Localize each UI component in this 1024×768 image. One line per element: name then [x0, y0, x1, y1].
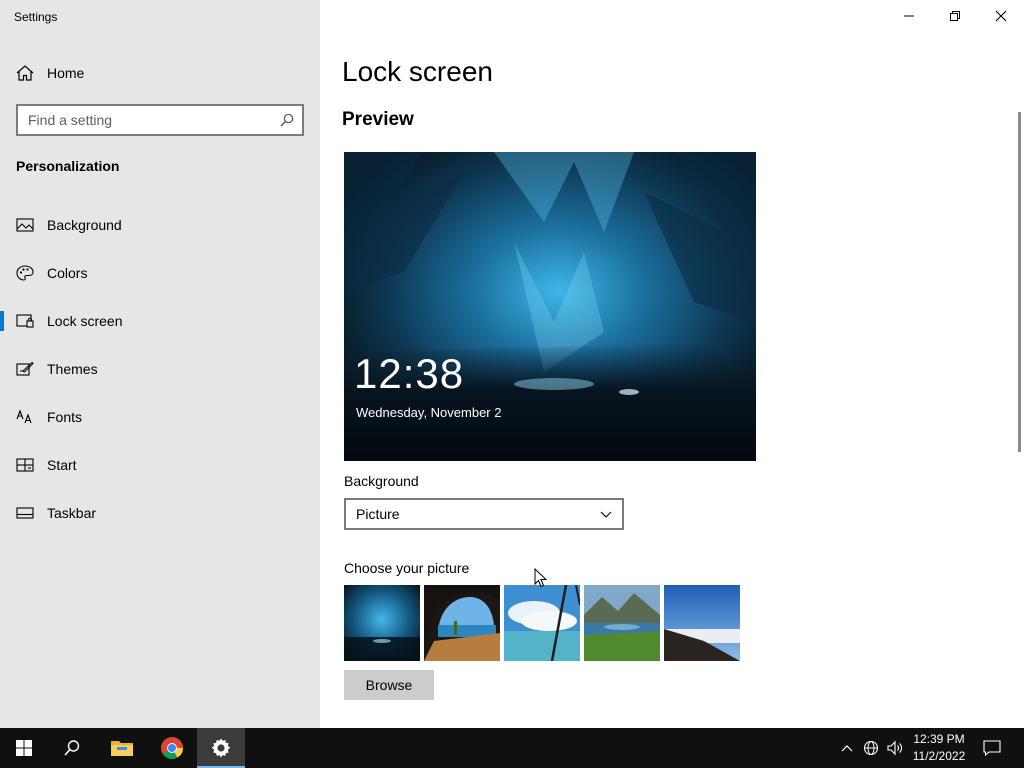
- sidebar-item-background[interactable]: Background: [0, 205, 320, 245]
- font-icon: [16, 409, 32, 424]
- preview-date: Wednesday, November 2: [356, 405, 502, 420]
- home-icon: [16, 65, 34, 81]
- lock-screen-icon: [16, 314, 34, 328]
- active-indicator: [0, 311, 4, 331]
- thumbnail-mountain-lake-image: [584, 585, 660, 661]
- chevron-down-icon: [600, 511, 612, 518]
- search-icon: [64, 740, 80, 756]
- start-icon: [16, 458, 34, 472]
- background-dropdown-value: Picture: [356, 506, 400, 522]
- sidebar-item-fonts[interactable]: Fonts: [0, 397, 320, 437]
- chrome-button[interactable]: [148, 728, 196, 768]
- network-icon: [863, 740, 879, 756]
- start-button[interactable]: [0, 728, 48, 768]
- sidebar-item-label: Colors: [47, 265, 88, 281]
- preview-time: 12:38: [354, 350, 465, 397]
- brush-icon: [16, 361, 34, 376]
- taskbar-icon: [16, 507, 34, 519]
- background-label: Background: [344, 473, 419, 489]
- picture-thumbnail-mountain-sky[interactable]: [664, 585, 740, 661]
- sidebar-item-start[interactable]: Start: [0, 445, 320, 485]
- choose-picture-label: Choose your picture: [344, 560, 470, 576]
- file-explorer-icon: [111, 741, 133, 756]
- search-icon: [280, 113, 294, 127]
- minimize-icon: [904, 15, 914, 17]
- sidebar: Settings Home Personalization Background: [0, 0, 320, 728]
- picture-thumbnail-clouds-window[interactable]: [504, 585, 580, 661]
- section-title: Personalization: [16, 158, 120, 174]
- start-icon: [16, 740, 32, 756]
- taskbar-search-button[interactable]: [48, 728, 96, 768]
- browse-button[interactable]: Browse: [344, 670, 434, 700]
- network-button[interactable]: [860, 728, 882, 768]
- thumbnail-beach-cave-image: [424, 585, 500, 661]
- chevron-up-icon: [841, 745, 853, 752]
- search-box[interactable]: [16, 104, 304, 136]
- nav-home-label: Home: [47, 65, 85, 81]
- sidebar-item-taskbar[interactable]: Taskbar: [0, 493, 320, 533]
- restore-button[interactable]: [932, 0, 978, 32]
- sidebar-item-colors[interactable]: Colors: [0, 253, 320, 293]
- volume-icon: [887, 740, 902, 756]
- chrome-icon: [161, 737, 183, 759]
- sidebar-item-label: Fonts: [47, 409, 83, 425]
- taskbar: 12:39 PM 11/2/2022: [0, 728, 1024, 768]
- notification-icon: [983, 740, 1001, 756]
- sidebar-item-label: Taskbar: [47, 505, 97, 521]
- page-title: Lock screen: [342, 56, 493, 87]
- close-icon: [995, 10, 1007, 22]
- picture-thumbnail-mountain-lake[interactable]: [584, 585, 660, 661]
- file-explorer-button[interactable]: [98, 728, 146, 768]
- lock-screen-preview: 12:38 Wednesday, November 2: [344, 152, 756, 461]
- sidebar-item-themes[interactable]: Themes: [0, 349, 320, 389]
- mouse-cursor-icon: [534, 568, 548, 588]
- sidebar-item-label: Background: [47, 217, 122, 233]
- nav-home[interactable]: Home: [0, 57, 320, 89]
- show-hidden-icons-button[interactable]: [836, 728, 858, 768]
- thumbnail-mountain-sky-image: [664, 585, 740, 661]
- preview-heading: Preview: [342, 109, 414, 130]
- volume-button[interactable]: [884, 728, 906, 768]
- sidebar-item-label: Lock screen: [47, 313, 123, 329]
- app-title: Settings: [14, 10, 58, 24]
- settings-taskbar-button[interactable]: [197, 728, 245, 768]
- picture-thumbnail-beach-cave[interactable]: [424, 585, 500, 661]
- picture-thumbnail-ice-cave[interactable]: [344, 585, 420, 661]
- palette-icon: [16, 265, 34, 281]
- taskbar-clock[interactable]: 12:39 PM 11/2/2022: [904, 731, 974, 765]
- search-input[interactable]: [18, 106, 276, 134]
- background-dropdown[interactable]: Picture: [344, 498, 624, 530]
- minimize-button[interactable]: [886, 0, 932, 32]
- vertical-scrollbar[interactable]: [1018, 112, 1021, 452]
- sidebar-item-label: Start: [47, 457, 77, 473]
- action-center-button[interactable]: [978, 728, 1006, 768]
- restore-icon: [950, 11, 960, 21]
- clock-time: 12:39 PM: [913, 732, 965, 746]
- picture-icon: [16, 218, 34, 232]
- clock-date: 11/2/2022: [912, 749, 966, 763]
- thumbnail-clouds-window-image: [504, 585, 580, 661]
- settings-icon: [211, 738, 231, 758]
- close-button[interactable]: [978, 0, 1024, 32]
- sidebar-item-label: Themes: [47, 361, 98, 377]
- sidebar-item-lock-screen[interactable]: Lock screen: [0, 301, 320, 341]
- thumbnail-ice-cave-image: [344, 585, 420, 661]
